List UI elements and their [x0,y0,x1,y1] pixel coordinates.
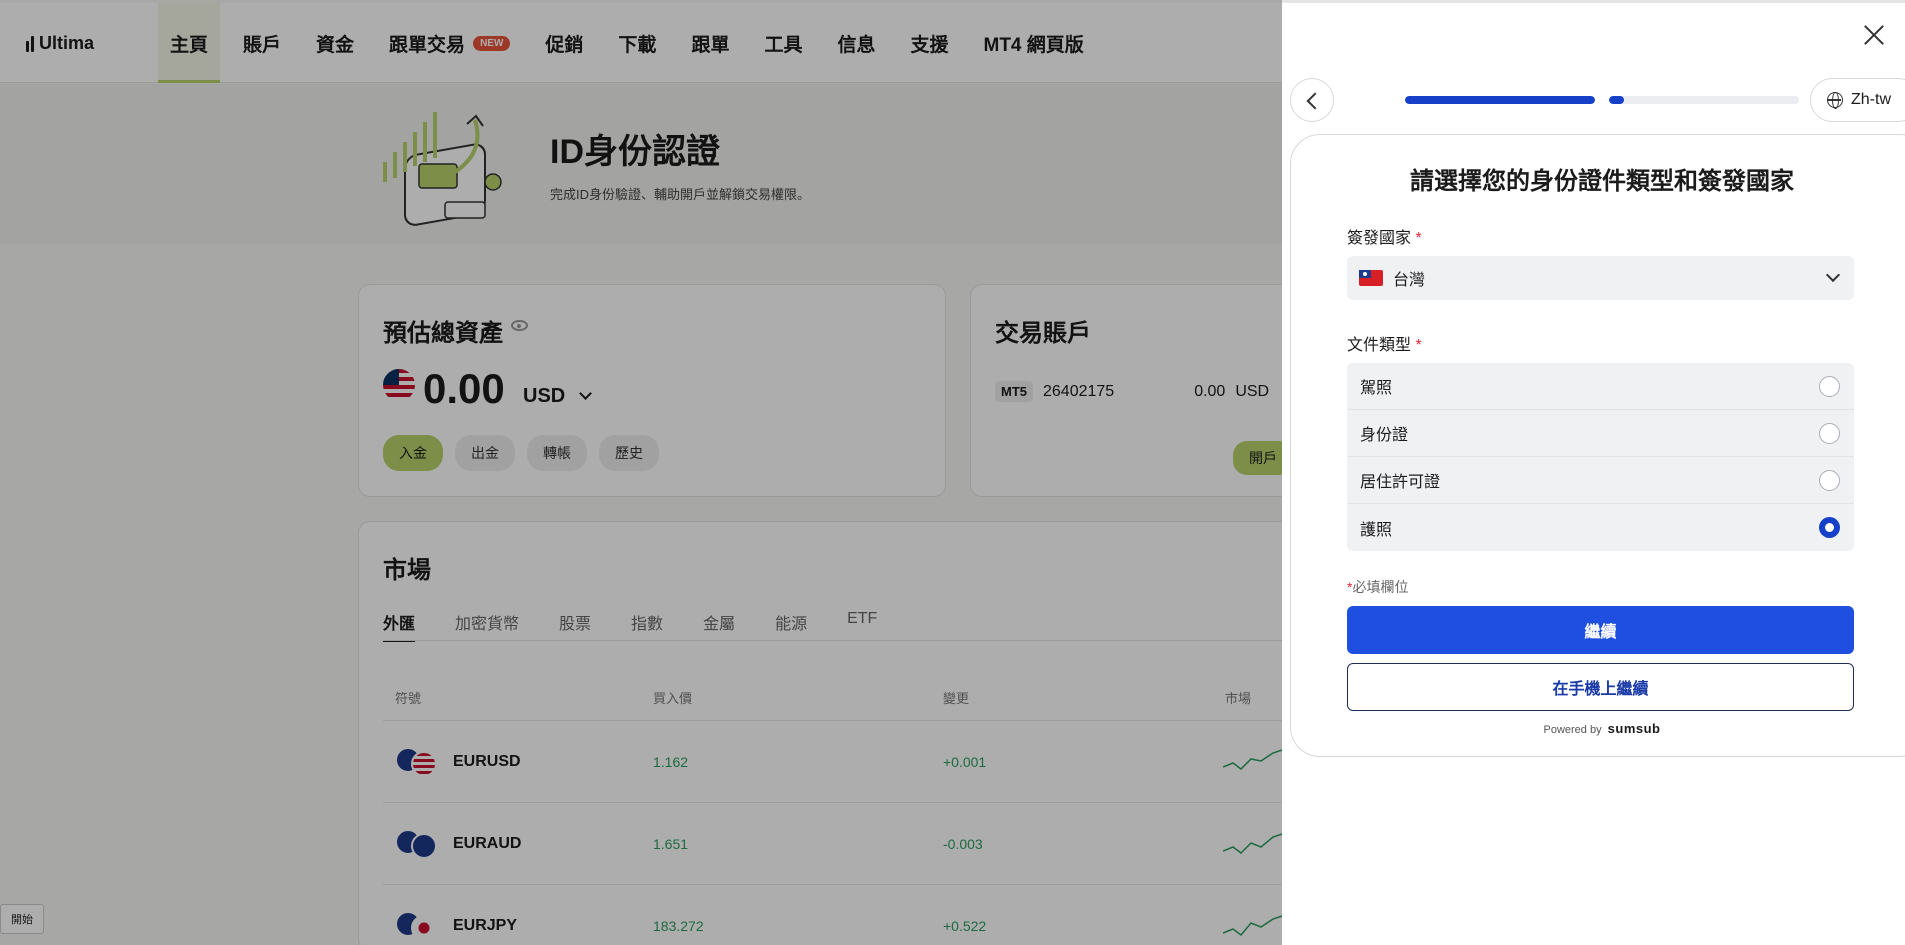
progress-fill [1405,96,1595,104]
option-label: 居住許可證 [1360,474,1441,491]
required-note-text: 必填欄位 [1352,579,1409,595]
verification-panel: Zh-tw 請選擇您的身份證件類型和簽發國家 簽發國家 * 台灣 文件類型 * … [1282,0,1905,945]
taiwan-flag-icon [1359,270,1383,286]
document-type-options: 駕照 身份證 居住許可證 護照 [1347,363,1854,551]
document-form: 請選擇您的身份證件類型和簽發國家 簽發國家 * 台灣 文件類型 * 駕照 身份證… [1290,134,1905,757]
option-label: 身份證 [1360,427,1409,444]
radio-unchecked[interactable] [1819,376,1840,397]
country-label-text: 簽發國家 [1347,230,1412,247]
continue-on-phone-button[interactable]: 在手機上繼續 [1347,663,1854,711]
required-note: *必填欄位 [1347,577,1408,597]
country-label: 簽發國家 * [1347,224,1422,248]
chevron-down-icon [1825,267,1841,283]
radio-unchecked[interactable] [1819,470,1840,491]
language-button[interactable]: Zh-tw [1810,78,1905,122]
required-mark: * [1415,337,1422,354]
continue-button[interactable]: 繼續 [1347,606,1854,654]
radio-unchecked[interactable] [1819,423,1840,444]
radio-checked[interactable] [1819,517,1840,538]
progress-step-2 [1609,96,1799,104]
option-label: 護照 [1360,521,1393,539]
country-value: 台灣 [1393,272,1426,289]
option-residence-permit[interactable]: 居住許可證 [1347,457,1854,504]
powered-by: Powered by sumsub [1291,721,1905,736]
powered-by-text: Powered by [1543,724,1602,736]
close-icon[interactable] [1860,21,1888,49]
back-button[interactable] [1290,78,1334,122]
document-type-label: 文件類型 * [1347,331,1422,355]
progress-step-1 [1405,96,1595,104]
sumsub-logo: sumsub [1607,721,1661,736]
modal-backdrop[interactable] [0,0,1282,945]
option-id-card[interactable]: 身份證 [1347,410,1854,457]
progress-fill [1609,96,1625,104]
required-mark: * [1415,230,1422,247]
form-title: 請選擇您的身份證件類型和簽發國家 [1410,168,1794,195]
country-select[interactable]: 台灣 [1347,256,1854,300]
globe-icon [1827,92,1843,109]
option-passport[interactable]: 護照 [1347,504,1854,551]
document-type-label-text: 文件類型 [1347,337,1412,354]
option-drivers-license[interactable]: 駕照 [1347,363,1854,410]
option-label: 駕照 [1360,380,1393,397]
language-label: Zh-tw [1851,91,1891,108]
